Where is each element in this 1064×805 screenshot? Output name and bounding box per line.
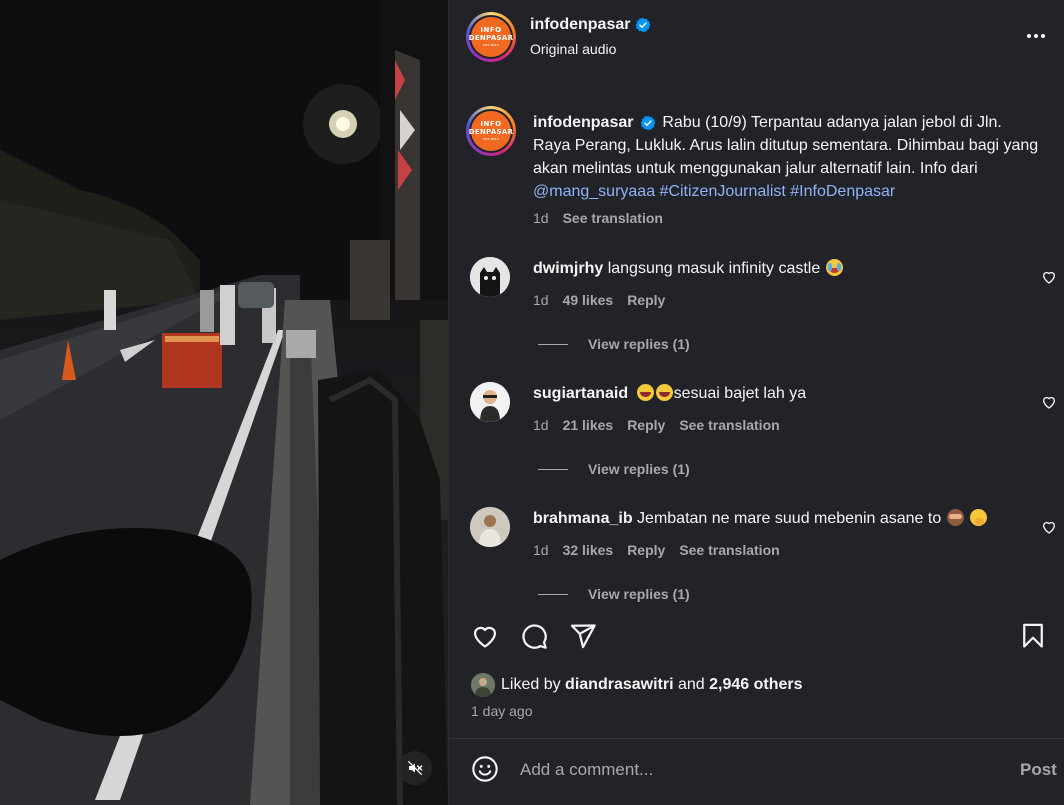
emoji-icon[interactable]: [471, 755, 499, 783]
add-comment-bar: Post: [449, 739, 1064, 805]
post-caption: infodenpasar Rabu (10/9) Terpantau adany…: [533, 111, 1043, 203]
caption-author-avatar[interactable]: INFO DENPASAR EST 2015: [466, 106, 516, 156]
comment-time[interactable]: 1d: [533, 417, 549, 433]
crying-face-emoji: [825, 259, 843, 276]
comment-likes-count[interactable]: 49 likes: [563, 292, 614, 308]
comment-item: dwimjrhy langsung masuk infinity castle: [533, 258, 1013, 280]
commenter-avatar[interactable]: [470, 382, 510, 422]
verified-badge-icon: [636, 17, 651, 33]
caption-username[interactable]: infodenpasar: [533, 114, 633, 131]
comment-likes-count[interactable]: 32 likes: [563, 542, 614, 558]
post-detail-panel: INFO DENPASAR EST 2015 infodenpasar Orig…: [448, 0, 1064, 805]
liked-by: Liked by diandrasawitri and 2,946 others: [471, 673, 803, 697]
likes-count-link[interactable]: 2,946 others: [709, 676, 802, 693]
comment-text: Jembatan ne mare suud mebenin asane to: [637, 510, 942, 527]
mute-icon: [407, 760, 423, 776]
post-video[interactable]: [0, 0, 448, 805]
face-with-hand-over-mouth-emoji: [970, 509, 988, 526]
comment-meta: 1d 21 likes Reply See translation: [533, 417, 780, 433]
comment-text: sesuai bajet lah ya: [673, 385, 807, 402]
see-no-evil-monkey-emoji: [946, 509, 964, 526]
see-translation-button[interactable]: See translation: [563, 210, 663, 226]
commenter-avatar[interactable]: [470, 257, 510, 297]
comment-heart-icon[interactable]: [1041, 519, 1057, 535]
mention-link[interactable]: @mang_suryaaa: [533, 183, 655, 200]
laughing-face-emoji: [655, 384, 673, 401]
liker-username[interactable]: diandrasawitri: [565, 676, 673, 693]
comment-item: sugiartanaid sesuai bajet lah ya: [533, 383, 1013, 405]
cartoon-avatar-image: [470, 382, 510, 422]
see-translation-button[interactable]: See translation: [679, 542, 779, 558]
comment-item: brahmana_ib Jembatan ne mare suud mebeni…: [533, 508, 1013, 530]
commenter-avatar[interactable]: [470, 507, 510, 547]
comment-time[interactable]: 1d: [533, 542, 549, 558]
more-icon: [1027, 34, 1031, 38]
photo-avatar-image: [470, 507, 510, 547]
author-username[interactable]: infodenpasar: [530, 16, 651, 34]
comment-heart-icon[interactable]: [1041, 269, 1057, 285]
reply-button[interactable]: Reply: [627, 542, 665, 558]
caption-time[interactable]: 1d: [533, 210, 549, 226]
comment-meta: 1d 49 likes Reply: [533, 292, 665, 308]
view-replies-button[interactable]: View replies (1): [538, 586, 690, 602]
comment-text: langsung masuk infinity castle: [607, 260, 821, 277]
comment-username[interactable]: sugiartanaid: [533, 385, 628, 402]
replies-divider: [538, 593, 568, 595]
video-frame: [0, 0, 448, 805]
comment-meta: 1d 32 likes Reply See translation: [533, 542, 780, 558]
verified-badge-icon: [640, 115, 656, 131]
comment-heart-icon[interactable]: [1041, 394, 1057, 410]
bookmark-icon[interactable]: [1019, 622, 1047, 650]
audio-label[interactable]: Original audio: [530, 41, 616, 57]
comment-username[interactable]: brahmana_ib: [533, 510, 633, 527]
see-translation-button[interactable]: See translation: [679, 417, 779, 433]
hashtag-link[interactable]: #CitizenJournalist: [660, 183, 786, 200]
heart-icon[interactable]: [471, 622, 499, 650]
author-avatar[interactable]: INFO DENPASAR EST 2015: [466, 12, 516, 62]
replies-divider: [538, 343, 568, 345]
post-comment-button[interactable]: Post: [1020, 760, 1057, 780]
view-replies-button[interactable]: View replies (1): [538, 336, 690, 352]
infodenpasar-logo: INFO DENPASAR EST 2015: [469, 17, 513, 57]
caption-meta: 1d See translation: [533, 210, 663, 226]
reply-button[interactable]: Reply: [627, 292, 665, 308]
post-timestamp[interactable]: 1 day ago: [471, 703, 533, 719]
replies-divider: [538, 468, 568, 470]
comment-input[interactable]: [520, 758, 990, 782]
post-actions-bar: [471, 622, 1043, 652]
liker-avatar[interactable]: [471, 673, 495, 697]
comment-username[interactable]: dwimjrhy: [533, 260, 603, 277]
comment-likes-count[interactable]: 21 likes: [563, 417, 614, 433]
cat-avatar-image: [470, 257, 510, 297]
more-options-button[interactable]: [1027, 34, 1045, 38]
laughing-face-emoji: [636, 384, 654, 401]
comment-icon[interactable]: [520, 622, 548, 650]
reply-button[interactable]: Reply: [627, 417, 665, 433]
mute-button[interactable]: [398, 751, 432, 785]
view-replies-button[interactable]: View replies (1): [538, 461, 690, 477]
comment-time[interactable]: 1d: [533, 292, 549, 308]
hashtag-link[interactable]: #InfoDenpasar: [790, 183, 895, 200]
share-icon[interactable]: [569, 622, 597, 650]
